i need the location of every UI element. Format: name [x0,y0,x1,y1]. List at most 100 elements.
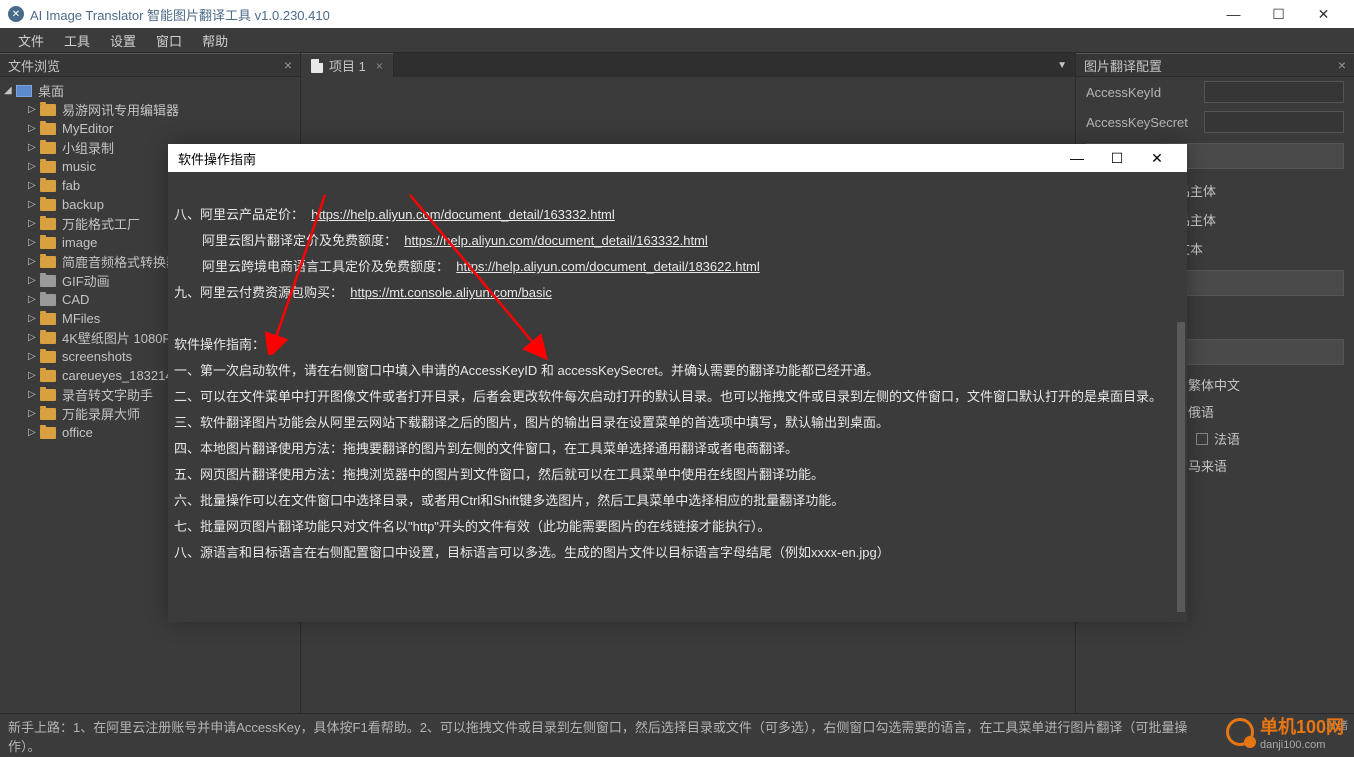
folder-icon [40,161,56,173]
file-browser-title: 文件浏览 [8,56,60,75]
folder-icon [40,237,56,249]
config-header: 图片翻译配置 × [1076,53,1354,77]
close-button[interactable]: ✕ [1301,0,1346,28]
expand-icon[interactable]: ▷ [28,332,40,343]
tab-project-1[interactable]: 项目 1 × [301,53,394,77]
expand-icon[interactable]: ▷ [28,313,40,324]
folder-icon [40,408,56,420]
tree-root-desktop[interactable]: ◢ 桌面 [0,81,300,100]
expand-icon[interactable]: ▷ [28,427,40,438]
desktop-icon [16,85,32,97]
watermark: 单机100网 danji100.com [1226,713,1344,751]
config-close-icon[interactable]: × [1338,57,1346,73]
config-title: 图片翻译配置 [1084,56,1162,75]
guide-2: 二、可以在文件菜单中打开图像文件或者打开目录，后者会更改软件每次启动打开的默认目… [174,384,1185,410]
app-icon: ✕ [8,6,24,22]
expand-icon[interactable]: ◢ [4,85,16,96]
app-title: AI Image Translator 智能图片翻译工具 v1.0.230.41… [30,5,330,24]
guide-close-button[interactable]: ✕ [1137,144,1177,172]
guide-6: 六、批量操作可以在文件窗口中选择目录，或者用Ctrl和Shift键多选图片，然后… [174,488,1185,514]
folder-icon [40,142,56,154]
folder-icon [40,332,56,344]
folder-icon [40,294,56,306]
line8b-link[interactable]: https://help.aliyun.com/document_detail/… [404,233,708,248]
tab-dropdown-icon[interactable]: ▼ [1049,60,1075,71]
expand-icon[interactable]: ▷ [28,370,40,381]
folder-icon [40,180,56,192]
status-text: 新手上路：1、在阿里云注册账号并申请AccessKey，具体按F1看帮助。2、可… [8,717,1208,755]
tree-item-label: MyEditor [62,121,113,136]
line8c-label: 阿里云跨境电商语言工具定价及免费额度： [202,259,449,274]
watermark-url: danji100.com [1260,739,1344,751]
access-key-secret-label: AccessKeySecret [1086,115,1196,130]
file-browser-header: 文件浏览 × [0,53,300,77]
tree-item-label: 万能格式工厂 [62,214,140,233]
access-key-id-label: AccessKeyId [1086,85,1196,100]
guide-body[interactable]: 八、阿里云产品定价： https://help.aliyun.com/docum… [168,172,1187,622]
expand-icon[interactable]: ▷ [28,256,40,267]
folder-icon [40,218,56,230]
statusbar: 新手上路：1、在阿里云注册账号并申请AccessKey，具体按F1看帮助。2、可… [0,713,1354,757]
sec9-link[interactable]: https://mt.console.aliyun.com/basic [350,285,552,300]
guide-5: 五、网页图片翻译使用方法：拖拽浏览器中的图片到文件窗口，然后就可以在工具菜单中使… [174,462,1185,488]
tree-item-label: 简鹿音频格式转换器 [62,252,179,271]
expand-icon[interactable]: ▷ [28,161,40,172]
expand-icon[interactable]: ▷ [28,237,40,248]
expand-icon[interactable]: ▷ [28,218,40,229]
tree-item-label: image [62,235,97,250]
expand-icon[interactable]: ▷ [28,180,40,191]
tree-item-label: 万能录屏大师 [62,404,140,423]
document-icon [311,59,323,73]
lang-label: 马来语 [1188,456,1227,475]
tree-item-label: MFiles [62,311,100,326]
tree-item-1[interactable]: ▷ MyEditor [0,119,300,138]
tree-item-label: office [62,425,93,440]
sec9-label: 九、阿里云付费资源包购买： [174,285,343,300]
menubar: 文件 工具 设置 窗口 帮助 [0,28,1354,53]
line8c-link[interactable]: https://help.aliyun.com/document_detail/… [456,259,760,274]
tree-item-label: 小组录制 [62,138,114,157]
checkbox-icon[interactable] [1196,433,1208,445]
folder-icon [40,256,56,268]
line8b-label: 阿里云图片翻译定价及免费额度： [202,233,397,248]
expand-icon[interactable]: ▷ [28,123,40,134]
guide-minimize-button[interactable]: — [1057,144,1097,172]
tab-bar: 项目 1 × ▼ [301,53,1075,77]
expand-icon[interactable]: ▷ [28,351,40,362]
expand-icon[interactable]: ▷ [28,275,40,286]
expand-icon[interactable]: ▷ [28,142,40,153]
maximize-button[interactable]: ☐ [1256,0,1301,28]
lang-checkbox-2-1[interactable]: 法语 [1196,429,1240,448]
minimize-button[interactable]: — [1211,0,1256,28]
tab-close-icon[interactable]: × [376,59,383,73]
sec8-link[interactable]: https://help.aliyun.com/document_detail/… [311,207,615,222]
menu-help[interactable]: 帮助 [192,31,238,50]
expand-icon[interactable]: ▷ [28,389,40,400]
guide-scrollbar[interactable] [1175,172,1187,622]
watermark-title: 单机100网 [1260,713,1344,739]
menu-file[interactable]: 文件 [8,31,54,50]
folder-icon [40,351,56,363]
tree-item-label: GIF动画 [62,271,110,290]
access-key-secret-input[interactable] [1204,111,1344,133]
tree-item-0[interactable]: ▷易游网讯专用编辑器 [0,100,300,119]
guide-8: 八、源语言和目标语言在右侧配置窗口中设置，目标语言可以多选。生成的图片文件以目标… [174,540,1185,566]
tree-item-label: music [62,159,96,174]
tree-item-label: 录音转文字助手 [62,385,153,404]
folder-icon [40,370,56,382]
guide-subtitle: 软件操作指南： [174,332,1185,358]
expand-icon[interactable]: ▷ [28,408,40,419]
scroll-thumb[interactable] [1177,322,1185,612]
expand-icon[interactable]: ▷ [28,104,40,115]
expand-icon[interactable]: ▷ [28,199,40,210]
access-key-id-input[interactable] [1204,81,1344,103]
guide-maximize-button[interactable]: ☐ [1097,144,1137,172]
menu-window[interactable]: 窗口 [146,31,192,50]
menu-settings[interactable]: 设置 [100,31,146,50]
sec8-label: 八、阿里云产品定价： [174,207,304,222]
expand-icon[interactable]: ▷ [28,294,40,305]
panel-close-icon[interactable]: × [284,57,292,73]
tree-item-label: fab [62,178,80,193]
menu-tools[interactable]: 工具 [54,31,100,50]
tree-item-label: backup [62,197,104,212]
